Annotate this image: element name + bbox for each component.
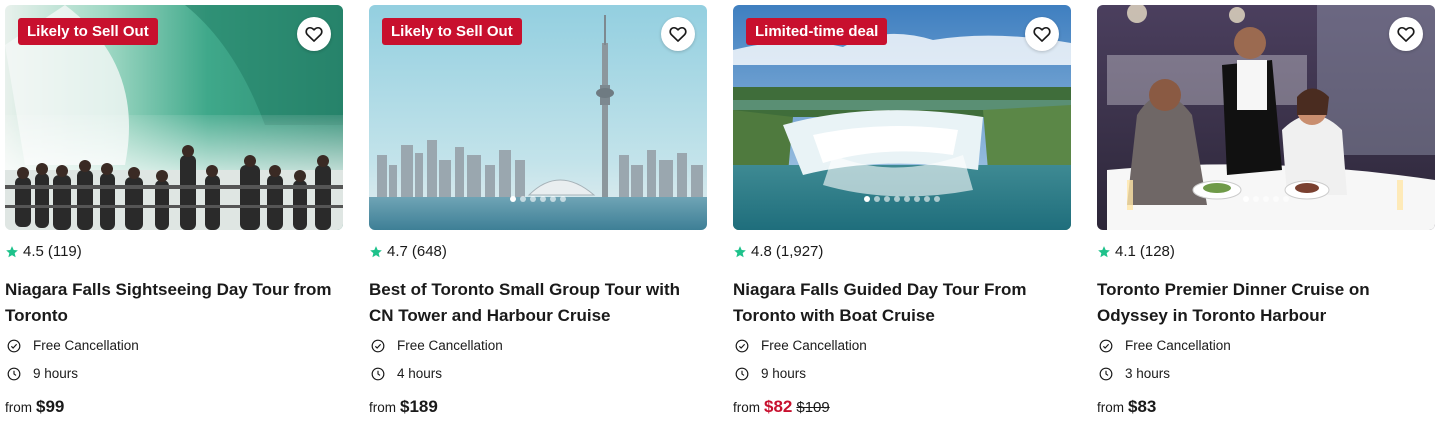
wishlist-button[interactable] bbox=[661, 17, 695, 51]
tour-photo[interactable]: Likely to Sell Out bbox=[369, 5, 707, 230]
carousel-dot[interactable] bbox=[904, 196, 910, 202]
carousel-dot[interactable] bbox=[914, 196, 920, 202]
feature-label: Free Cancellation bbox=[761, 338, 867, 353]
price-prefix: from bbox=[5, 400, 32, 415]
original-price: $109 bbox=[796, 399, 830, 416]
carousel-dot[interactable] bbox=[550, 196, 556, 202]
heart-icon bbox=[1397, 26, 1415, 42]
carousel-dots[interactable] bbox=[733, 196, 1071, 202]
star-icon bbox=[1098, 245, 1110, 257]
heart-icon bbox=[1033, 26, 1051, 42]
duration-label: 9 hours bbox=[33, 366, 79, 381]
duration-label: 3 hours bbox=[1125, 366, 1171, 381]
tour-title[interactable]: Niagara Falls Sightseeing Day Tour from … bbox=[5, 277, 343, 329]
carousel-dot[interactable] bbox=[924, 196, 930, 202]
wishlist-button[interactable] bbox=[1389, 17, 1423, 51]
check-circle-icon bbox=[371, 339, 385, 352]
tour-photo[interactable]: Likely to Sell Out bbox=[5, 5, 343, 230]
carousel-dot[interactable] bbox=[934, 196, 940, 202]
tour-title[interactable]: Best of Toronto Small Group Tour with CN… bbox=[369, 277, 707, 329]
duration: 9 hours bbox=[5, 366, 78, 381]
free-cancellation: Free Cancellation bbox=[1097, 338, 1231, 353]
rating-value: 4.8 bbox=[751, 243, 772, 260]
sell-out-badge: Likely to Sell Out bbox=[18, 18, 158, 45]
free-cancellation: Free Cancellation bbox=[369, 338, 503, 353]
heart-icon bbox=[305, 26, 323, 42]
carousel-dot[interactable] bbox=[874, 196, 880, 202]
duration: 3 hours bbox=[1097, 366, 1170, 381]
carousel-dot[interactable] bbox=[884, 196, 890, 202]
feature-label: Free Cancellation bbox=[1125, 338, 1231, 353]
carousel-dot[interactable] bbox=[1253, 196, 1259, 202]
heart-icon bbox=[669, 26, 687, 42]
duration: 4 hours bbox=[369, 366, 442, 381]
check-circle-icon bbox=[7, 339, 21, 352]
tour-card[interactable]: Limited-time deal 4.8 (1,927) Niagara Fa… bbox=[733, 5, 1071, 420]
duration: 9 hours bbox=[733, 366, 806, 381]
tour-title[interactable]: Toronto Premier Dinner Cruise on Odyssey… bbox=[1097, 277, 1435, 329]
carousel-dot[interactable] bbox=[1283, 196, 1289, 202]
rating-value: 4.5 bbox=[23, 243, 44, 260]
check-circle-icon bbox=[735, 339, 749, 352]
price-prefix: from bbox=[733, 400, 760, 415]
rating: 4.8 (1,927) bbox=[733, 243, 823, 260]
carousel-dot[interactable] bbox=[530, 196, 536, 202]
star-icon bbox=[370, 245, 382, 257]
star-icon bbox=[6, 245, 18, 257]
wishlist-button[interactable] bbox=[297, 17, 331, 51]
review-count: (128) bbox=[1139, 243, 1175, 260]
price-amount: $189 bbox=[400, 397, 438, 416]
carousel-dot[interactable] bbox=[540, 196, 546, 202]
tour-card[interactable]: 4.1 (128) Toronto Premier Dinner Cruise … bbox=[1097, 5, 1435, 420]
carousel-dot[interactable] bbox=[894, 196, 900, 202]
free-cancellation: Free Cancellation bbox=[5, 338, 139, 353]
rating: 4.5 (119) bbox=[5, 243, 82, 260]
deal-badge: Limited-time deal bbox=[746, 18, 888, 45]
price: from $189 bbox=[369, 397, 438, 417]
carousel-dots[interactable] bbox=[1097, 196, 1435, 202]
clock-icon bbox=[735, 367, 749, 380]
rating-value: 4.1 bbox=[1115, 243, 1136, 260]
clock-icon bbox=[1099, 367, 1113, 380]
carousel-dot[interactable] bbox=[1243, 196, 1249, 202]
tour-card[interactable]: Likely to Sell Out 4.5 (119) Niagara Fal… bbox=[5, 5, 343, 420]
check-circle-icon bbox=[1099, 339, 1113, 352]
price-amount: $99 bbox=[36, 397, 65, 416]
duration-label: 4 hours bbox=[397, 366, 443, 381]
price-prefix: from bbox=[1097, 400, 1124, 415]
tour-photo[interactable]: Limited-time deal bbox=[733, 5, 1071, 230]
clock-icon bbox=[7, 367, 21, 380]
sell-out-badge: Likely to Sell Out bbox=[382, 18, 522, 45]
carousel-dot[interactable] bbox=[864, 196, 870, 202]
carousel-dot[interactable] bbox=[1273, 196, 1279, 202]
star-icon bbox=[734, 245, 746, 257]
carousel-dot[interactable] bbox=[510, 196, 516, 202]
tour-card-list: Likely to Sell Out 4.5 (119) Niagara Fal… bbox=[0, 0, 1440, 425]
clock-icon bbox=[371, 367, 385, 380]
tour-title[interactable]: Niagara Falls Guided Day Tour From Toron… bbox=[733, 277, 1071, 329]
rating: 4.7 (648) bbox=[369, 243, 447, 260]
deal-price: $82 bbox=[764, 397, 793, 416]
tour-card[interactable]: Likely to Sell Out 4.7 (648) Best of Tor… bbox=[369, 5, 707, 420]
duration-label: 9 hours bbox=[761, 366, 807, 381]
tour-photo[interactable] bbox=[1097, 5, 1435, 230]
price-prefix: from bbox=[369, 400, 396, 415]
feature-label: Free Cancellation bbox=[397, 338, 503, 353]
review-count: (648) bbox=[411, 243, 447, 260]
carousel-dot[interactable] bbox=[520, 196, 526, 202]
carousel-dots[interactable] bbox=[369, 196, 707, 202]
price: from $82 $109 bbox=[733, 397, 830, 417]
free-cancellation: Free Cancellation bbox=[733, 338, 867, 353]
price-amount: $83 bbox=[1128, 397, 1157, 416]
feature-label: Free Cancellation bbox=[33, 338, 139, 353]
price: from $99 bbox=[5, 397, 64, 417]
rating: 4.1 (128) bbox=[1097, 243, 1175, 260]
carousel-dot[interactable] bbox=[560, 196, 566, 202]
rating-value: 4.7 bbox=[387, 243, 408, 260]
wishlist-button[interactable] bbox=[1025, 17, 1059, 51]
carousel-dot[interactable] bbox=[1263, 196, 1269, 202]
price: from $83 bbox=[1097, 397, 1156, 417]
review-count: (119) bbox=[47, 243, 82, 260]
review-count: (1,927) bbox=[775, 243, 824, 260]
